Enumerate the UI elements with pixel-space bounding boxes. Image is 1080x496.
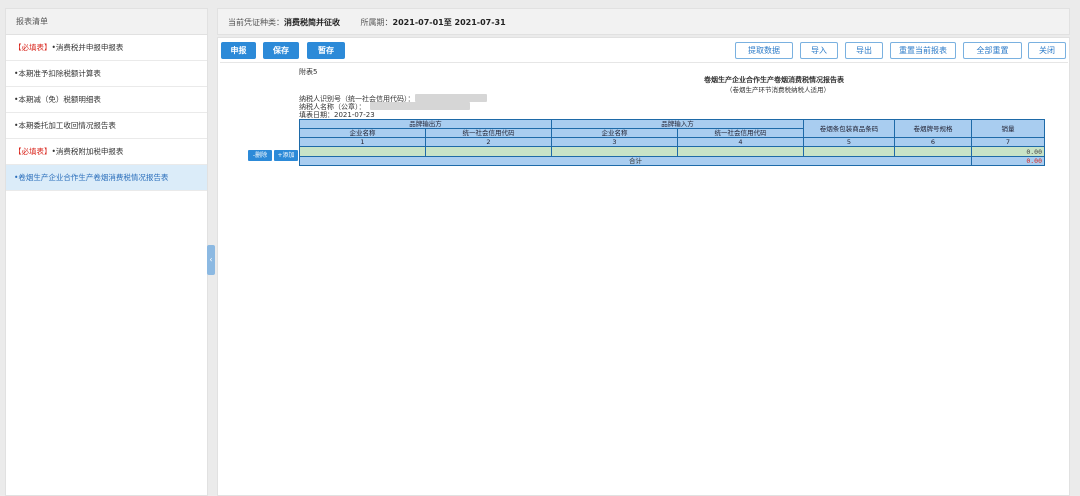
report-sheet: 附表5 卷烟生产企业合作生产卷烟消费税情况报告表 （卷烟生产环节消费税纳税人适用… — [220, 62, 1068, 486]
voucher-info-bar: 当前凭证种类：消费税简并征收 所属期：2021-07-01至 2021-07-3… — [217, 8, 1070, 35]
col-num: 7 — [971, 137, 1045, 147]
sidebar-item-label: •卷烟生产企业合作生产卷烟消费税情况报告表 — [14, 173, 169, 182]
close-button[interactable]: 关闭 — [1028, 42, 1066, 59]
report-list-sidebar: 报表清单 【必填表】•消费税并申报申报表 •本期准予扣除税额计算表 •本期减（免… — [5, 8, 208, 496]
col-num: 6 — [894, 137, 972, 147]
sidebar-collapse-handle[interactable]: ‹ — [207, 245, 215, 275]
cooperation-report-table: 品牌输出方 品牌输入方 卷烟条包装商品条码 卷烟牌号规格 销量 企业名称 统一社… — [299, 119, 1045, 166]
cell-barcode[interactable] — [803, 146, 895, 157]
sidebar-item-label: •消费税附加税申报表 — [51, 147, 124, 156]
period-label: 所属期： — [360, 18, 393, 27]
header-in-code: 统一社会信用代码 — [677, 128, 804, 138]
sidebar-header: 报表清单 — [6, 9, 207, 35]
cell-out-code[interactable] — [425, 146, 552, 157]
redacted-taxpayer-id — [415, 94, 487, 102]
sidebar-item-label: •本期减（免）税额明细表 — [14, 95, 101, 104]
sidebar-item-label: •本期准予扣除税额计算表 — [14, 69, 101, 78]
header-barcode: 卷烟条包装商品条码 — [803, 119, 895, 138]
main-panel: 申报 保存 暂存 提取数据 导入 导出 重置当前报表 全部重置 关闭 附表5 卷… — [217, 37, 1070, 496]
total-label: 合计 — [299, 156, 972, 166]
header-brand-input: 品牌输入方 — [551, 119, 804, 129]
col-num: 4 — [677, 137, 804, 147]
report-subtitle: （卷烟生产环节消费税纳税人适用） — [726, 86, 830, 94]
period-value: 2021-07-01至 2021-07-31 — [392, 18, 506, 27]
cell-in-company[interactable] — [551, 146, 678, 157]
reset-all-button[interactable]: 全部重置 — [963, 42, 1022, 59]
sidebar-item-consumption-tax-return[interactable]: 【必填表】•消费税并申报申报表 — [6, 35, 207, 61]
header-brand-output: 品牌输出方 — [299, 119, 552, 129]
cell-spec[interactable] — [894, 146, 972, 157]
col-num: 1 — [299, 137, 426, 147]
sidebar-item-surcharge-return[interactable]: 【必填表】•消费税附加税申报表 — [6, 139, 207, 165]
header-sales: 销量 — [971, 119, 1045, 138]
reset-current-button[interactable]: 重置当前报表 — [890, 42, 956, 59]
required-tag: 【必填表】 — [14, 43, 52, 52]
cell-sales[interactable]: 0.00 — [971, 146, 1045, 157]
col-num: 5 — [803, 137, 895, 147]
draft-button[interactable]: 暂存 — [307, 42, 345, 59]
chevron-left-icon: ‹ — [209, 255, 213, 264]
column-number-row: 1 2 3 4 5 6 7 — [299, 137, 1045, 147]
header-in-company: 企业名称 — [551, 128, 678, 138]
voucher-type-value: 消费税简并征收 — [284, 18, 340, 27]
table-header-row: 品牌输出方 品牌输入方 卷烟条包装商品条码 卷烟牌号规格 销量 — [299, 119, 1045, 138]
sidebar-item-reduction-detail[interactable]: •本期减（免）税额明细表 — [6, 87, 207, 113]
header-out-code: 统一社会信用代码 — [425, 128, 552, 138]
header-out-company: 企业名称 — [299, 128, 426, 138]
col-num: 3 — [551, 137, 678, 147]
submit-button[interactable]: 申报 — [221, 42, 256, 59]
sidebar-item-cigarette-cooperation[interactable]: •卷烟生产企业合作生产卷烟消费税情况报告表 — [6, 165, 207, 191]
voucher-type-label: 当前凭证种类： — [228, 18, 284, 27]
sidebar-item-entrusted-processing[interactable]: •本期委托加工收回情况报告表 — [6, 113, 207, 139]
cell-in-code[interactable] — [677, 146, 804, 157]
delete-row-button[interactable]: -删除 — [248, 150, 272, 161]
total-row: 合计 0.00 — [299, 156, 1045, 166]
attachment-label: 附表5 — [299, 68, 318, 76]
add-row-button[interactable]: +添加 — [274, 150, 298, 161]
sidebar-item-deduction-calc[interactable]: •本期准予扣除税额计算表 — [6, 61, 207, 87]
cell-out-company[interactable] — [299, 146, 426, 157]
col-num: 2 — [425, 137, 552, 147]
required-tag: 【必填表】 — [14, 147, 52, 156]
sidebar-item-label: •消费税并申报申报表 — [51, 43, 124, 52]
save-button[interactable]: 保存 — [263, 42, 299, 59]
header-spec: 卷烟牌号规格 — [894, 119, 972, 138]
redacted-taxpayer-name — [370, 102, 470, 110]
export-button[interactable]: 导出 — [845, 42, 883, 59]
import-button[interactable]: 导入 — [800, 42, 838, 59]
table-row: 0.00 — [299, 146, 1045, 157]
sidebar-item-label: •本期委托加工收回情况报告表 — [14, 121, 116, 130]
fetch-data-button[interactable]: 提取数据 — [735, 42, 793, 59]
total-value: 0.00 — [971, 156, 1045, 166]
